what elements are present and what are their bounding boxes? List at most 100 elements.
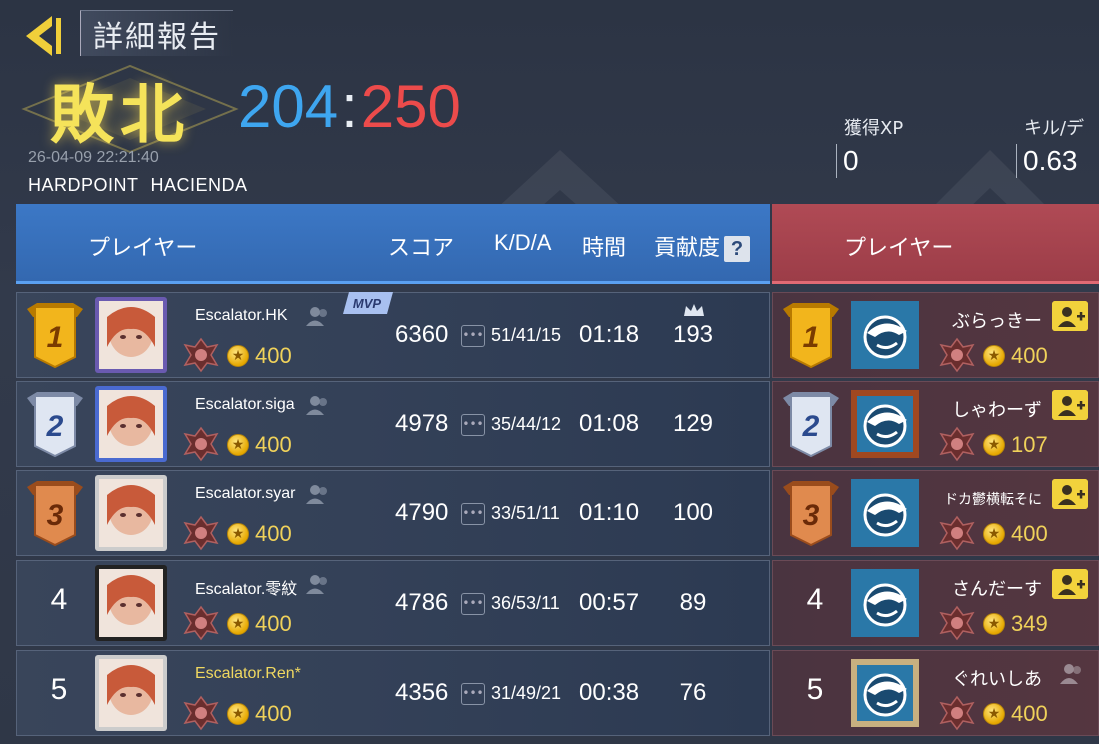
- player-name: Escalator.HK: [195, 307, 288, 324]
- ally-player-row[interactable]: 2 Escalator.siga ★ 400 4978 ••• 35/44/12 …: [16, 381, 770, 467]
- ally-table-header: プレイヤー スコア K/D/A 時間 貢献度?: [16, 204, 770, 284]
- mvp-label: MVP: [353, 296, 382, 311]
- player-avatar: [851, 659, 919, 727]
- enemy-player-row[interactable]: 1 ぶらっきー ★ 400: [772, 292, 1099, 378]
- player-kda: 35/44/12: [491, 414, 562, 434]
- player-time: 00:38: [579, 679, 640, 706]
- player-kda: 51/41/15: [491, 325, 562, 345]
- help-icon[interactable]: ?: [724, 236, 751, 262]
- friend-icon[interactable]: [305, 573, 331, 595]
- player-name: Escalator.零紋: [195, 581, 298, 598]
- kda-detail-icon[interactable]: •••: [461, 325, 485, 347]
- match-result: 敗北: [14, 62, 246, 156]
- coin-icon: ★: [227, 613, 249, 635]
- kda-detail-icon[interactable]: •••: [461, 503, 485, 525]
- coin-icon: ★: [227, 345, 249, 367]
- enemy-player-row[interactable]: 3 ドカ鬱横転そに ★ 400: [772, 470, 1099, 556]
- ally-player-row[interactable]: 3 Escalator.syar ★ 400 4790 ••• 33/51/11 …: [16, 470, 770, 556]
- kda-detail-icon[interactable]: •••: [461, 683, 485, 705]
- rank-badge-icon: 2: [783, 392, 839, 458]
- player-kda: 36/53/11: [491, 593, 560, 613]
- match-mode-map: HARDPOINT HACIENDA: [28, 175, 260, 196]
- add-friend-icon[interactable]: [1052, 390, 1088, 420]
- score-separator: :: [341, 73, 358, 140]
- rank-badge-number: 1: [47, 321, 64, 354]
- rank-badge-number: 2: [802, 410, 820, 443]
- back-arrow-icon[interactable]: [22, 13, 74, 59]
- rank-badge-icon: 1: [27, 303, 83, 369]
- player-score: 4786: [395, 589, 449, 616]
- rank-badge-icon: 1: [783, 303, 839, 369]
- player-name: しゃわーず: [952, 400, 1042, 421]
- player-score: 4790: [395, 499, 449, 526]
- player-name: Escalator.syar: [195, 485, 296, 502]
- rank-emblem-icon: [939, 337, 975, 373]
- stat-value: 0: [836, 144, 903, 178]
- rank-emblem-icon: [183, 426, 219, 462]
- col-enemy-player: プレイヤー: [844, 236, 954, 261]
- add-friend-icon[interactable]: [1052, 301, 1088, 331]
- player-name: さんだーす: [952, 579, 1042, 600]
- add-friend-icon[interactable]: [1052, 479, 1088, 509]
- enemy-score: 250: [360, 73, 461, 140]
- page-title: 詳細報告: [93, 19, 221, 55]
- stat-label: 獲得XP: [844, 118, 904, 139]
- coin-count: ★ 400: [983, 701, 1048, 727]
- col-score: スコア: [388, 236, 455, 261]
- rank-emblem-icon: [939, 426, 975, 462]
- player-time: 00:57: [579, 589, 640, 616]
- player-avatar: [95, 565, 167, 641]
- coin-icon: ★: [983, 703, 1005, 725]
- coin-value: 400: [255, 611, 292, 636]
- kda-detail-icon[interactable]: •••: [461, 593, 485, 615]
- player-time: 01:10: [579, 499, 640, 526]
- enemy-table-header: プレイヤー: [772, 204, 1099, 284]
- coin-icon: ★: [227, 703, 249, 725]
- player-time: 01:08: [579, 410, 640, 437]
- rank-number: 4: [806, 583, 824, 616]
- player-contribution: 193: [672, 321, 714, 348]
- player-name: Escalator.Ren*: [195, 665, 301, 682]
- coin-icon: ★: [983, 345, 1005, 367]
- coin-value: 400: [255, 521, 292, 546]
- friend-icon[interactable]: [305, 394, 331, 416]
- player-kda: 31/49/21: [491, 683, 562, 703]
- player-score: 4356: [395, 679, 449, 706]
- rank-emblem-icon: [939, 605, 975, 641]
- friend-icon[interactable]: [305, 483, 331, 505]
- rank-emblem-icon: [939, 515, 975, 551]
- player-avatar: [851, 479, 919, 547]
- coin-value: 400: [255, 343, 292, 368]
- final-score: 204 : 250: [238, 72, 461, 141]
- kda-detail-icon[interactable]: •••: [461, 414, 485, 436]
- enemy-player-row[interactable]: 2 しゃわーず ★ 107: [772, 381, 1099, 467]
- coin-value: 400: [1011, 343, 1048, 368]
- rank-number: 5: [50, 673, 68, 706]
- rank-badge-number: 3: [47, 499, 64, 532]
- enemy-player-row[interactable]: 4 さんだーす ★ 349: [772, 560, 1099, 646]
- stat-kd: キル/デ 0.63: [1016, 114, 1099, 178]
- ally-player-row[interactable]: 5 Escalator.Ren* ★ 400 4356 ••• 31/49/21 …: [16, 650, 770, 736]
- result-text: 敗北: [50, 79, 190, 153]
- rank-badge-icon: 3: [783, 481, 839, 547]
- player-avatar: [95, 655, 167, 731]
- ally-player-row[interactable]: 4 Escalator.零紋 ★ 400 4786 ••• 36/53/11 00…: [16, 560, 770, 646]
- coin-icon: ★: [983, 434, 1005, 456]
- rank-badge-number: 2: [46, 410, 64, 443]
- coin-count: ★ 400: [227, 432, 292, 458]
- add-friend-icon[interactable]: [1052, 569, 1088, 599]
- coin-value: 349: [1011, 611, 1048, 636]
- friend-icon[interactable]: [305, 305, 331, 327]
- coin-count: ★ 400: [227, 343, 292, 369]
- friend-icon[interactable]: [1058, 661, 1086, 685]
- col-time: 時間: [582, 236, 627, 261]
- ally-player-row[interactable]: 1 MVP Escalator.HK ★ 400 6360 ••• 51/41/1…: [16, 292, 770, 378]
- col-contribution-label: 貢献度: [654, 236, 721, 261]
- coin-count: ★ 107: [983, 432, 1048, 458]
- col-kda: K/D/A: [494, 230, 552, 255]
- enemy-player-row[interactable]: 5 ぐれいしあ ★ 400: [772, 650, 1099, 736]
- crown-icon: [684, 304, 704, 316]
- coin-value: 107: [1011, 432, 1048, 457]
- coin-icon: ★: [227, 523, 249, 545]
- player-avatar: [851, 301, 919, 369]
